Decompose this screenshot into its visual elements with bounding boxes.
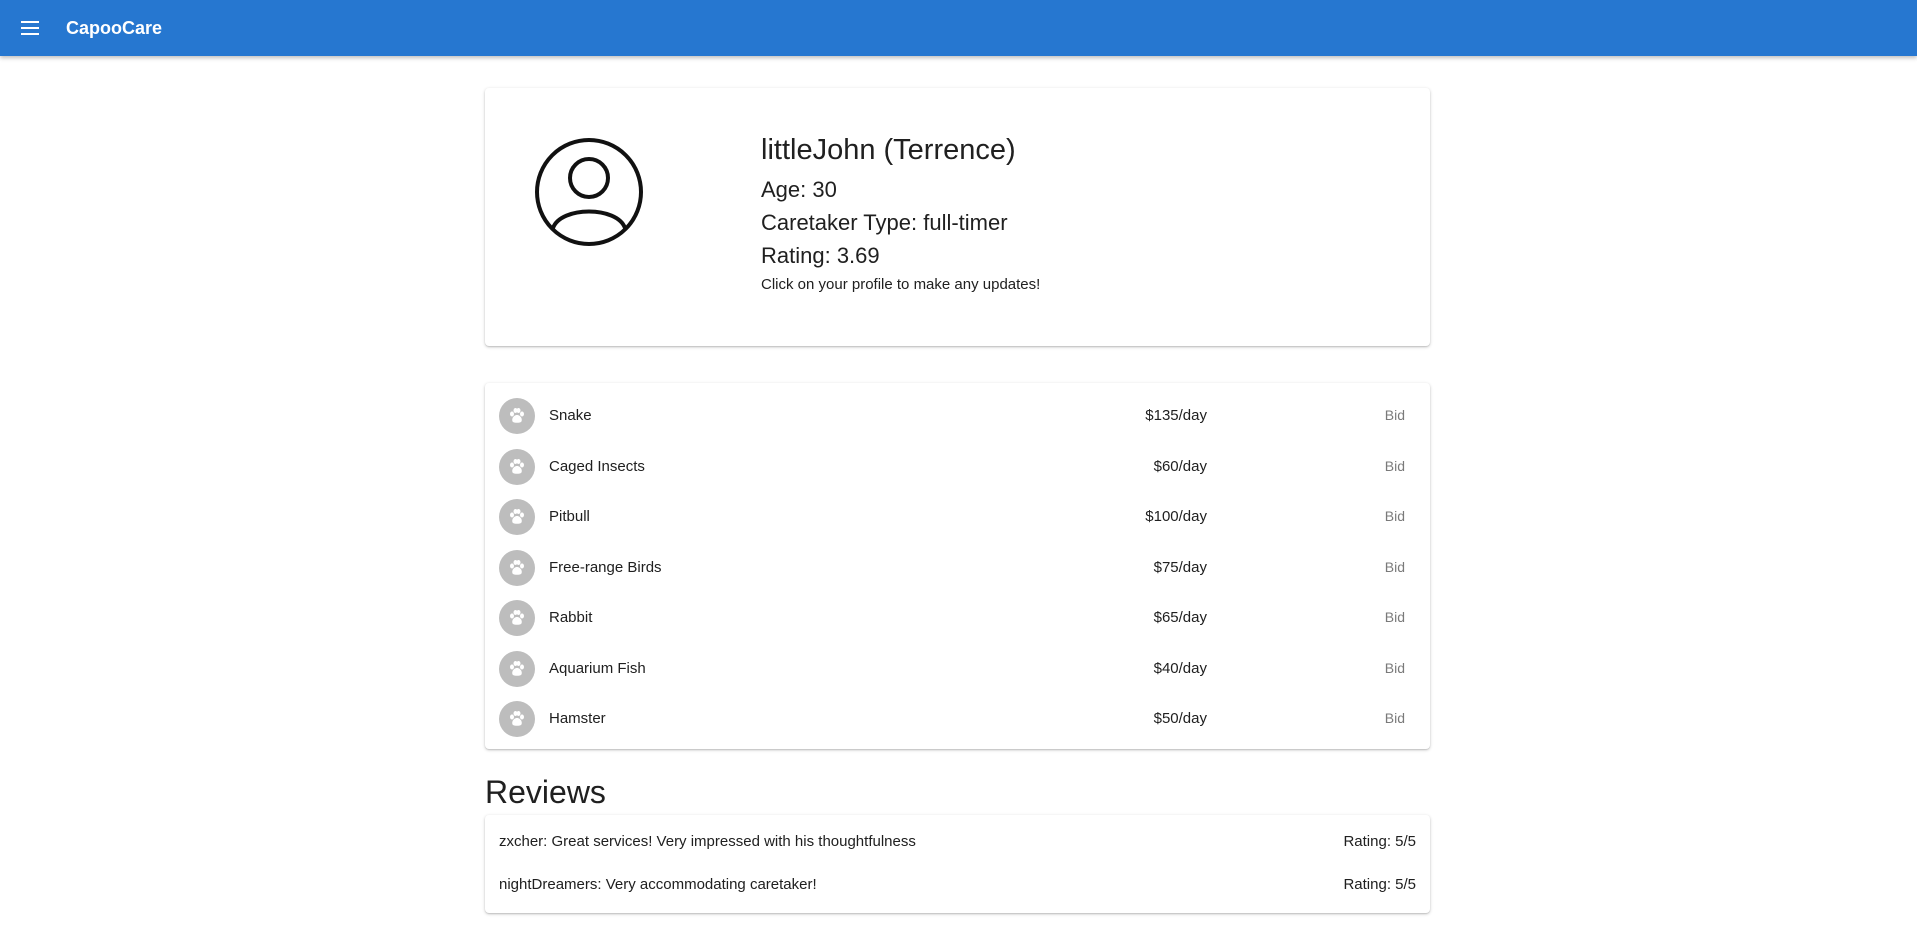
paw-icon bbox=[499, 398, 535, 434]
reviews-title: Reviews bbox=[485, 774, 606, 810]
service-name: Free-range Birds bbox=[549, 558, 662, 576]
account-circle-icon[interactable] bbox=[533, 136, 645, 248]
app-title[interactable]: CapooCare bbox=[66, 18, 162, 39]
service-row: Pitbull $100/day Bid bbox=[485, 492, 1430, 542]
service-name: Snake bbox=[549, 407, 592, 424]
profile-card[interactable]: littleJohn (Terrence) Age: 30 Caretaker … bbox=[485, 88, 1430, 346]
profile-age: Age: 30 bbox=[761, 177, 837, 202]
service-name: Aquarium Fish bbox=[549, 659, 646, 677]
bid-button[interactable]: Bid bbox=[1385, 407, 1405, 423]
profile-name: littleJohn (Terrence) bbox=[761, 134, 1016, 166]
service-price: $50/day bbox=[1153, 710, 1207, 727]
services-list: Snake $135/day Bid Caged Insects $60/day Bid P… bbox=[485, 383, 1430, 749]
paw-icon bbox=[499, 448, 535, 485]
service-price: $100/day bbox=[1145, 508, 1207, 525]
service-row: Caged Insects $60/day Bid bbox=[485, 442, 1430, 492]
service-price: $65/day bbox=[1153, 609, 1207, 626]
review-rating: Rating: 5/5 bbox=[1343, 833, 1416, 850]
paw-icon bbox=[499, 701, 535, 737]
bid-button[interactable]: Bid bbox=[1385, 458, 1405, 474]
profile-caretaker-type: Caretaker Type: full-timer bbox=[761, 210, 1008, 235]
profile-rating: Rating: 3.69 bbox=[761, 243, 880, 268]
service-name: Pitbull bbox=[549, 508, 590, 525]
service-price: $60/day bbox=[1153, 457, 1207, 475]
service-name: Rabbit bbox=[549, 609, 593, 626]
bid-button[interactable]: Bid bbox=[1385, 508, 1405, 524]
paw-icon bbox=[499, 499, 535, 535]
review-row: zxcher: Great services! Very impressed w… bbox=[485, 821, 1430, 861]
review-text: zxcher: Great services! Very impressed w… bbox=[499, 833, 916, 850]
bid-button[interactable]: Bid bbox=[1385, 710, 1405, 726]
app-bar: CapooCare bbox=[0, 0, 1917, 56]
profile-update-hint: Click on your profile to make any update… bbox=[761, 276, 1041, 293]
bid-button[interactable]: Bid bbox=[1385, 660, 1405, 676]
paw-icon bbox=[499, 600, 535, 636]
paw-icon bbox=[499, 549, 535, 586]
review-row: nightDreamers: Very accommodating careta… bbox=[485, 864, 1430, 904]
service-name: Hamster bbox=[549, 710, 606, 727]
service-row: Aquarium Fish $40/day Bid bbox=[485, 644, 1430, 694]
service-row: Hamster $50/day Bid bbox=[485, 694, 1430, 744]
reviews-list: zxcher: Great services! Very impressed w… bbox=[485, 815, 1430, 913]
service-row: Free-range Birds $75/day Bid bbox=[485, 543, 1430, 593]
bid-button[interactable]: Bid bbox=[1385, 609, 1405, 625]
service-name: Caged Insects bbox=[549, 457, 645, 475]
service-price: $40/day bbox=[1153, 659, 1207, 677]
service-row: Rabbit $65/day Bid bbox=[485, 593, 1430, 643]
review-rating: Rating: 5/5 bbox=[1343, 876, 1416, 893]
service-price: $135/day bbox=[1145, 407, 1207, 424]
hamburger-menu-icon[interactable] bbox=[18, 16, 42, 40]
bid-button[interactable]: Bid bbox=[1385, 559, 1405, 575]
profile-info: littleJohn (Terrence) Age: 30 Caretaker … bbox=[761, 134, 1040, 293]
service-row: Snake $135/day Bid bbox=[485, 391, 1430, 441]
service-price: $75/day bbox=[1153, 558, 1207, 576]
paw-icon bbox=[499, 650, 535, 687]
review-text: nightDreamers: Very accommodating careta… bbox=[499, 876, 817, 893]
